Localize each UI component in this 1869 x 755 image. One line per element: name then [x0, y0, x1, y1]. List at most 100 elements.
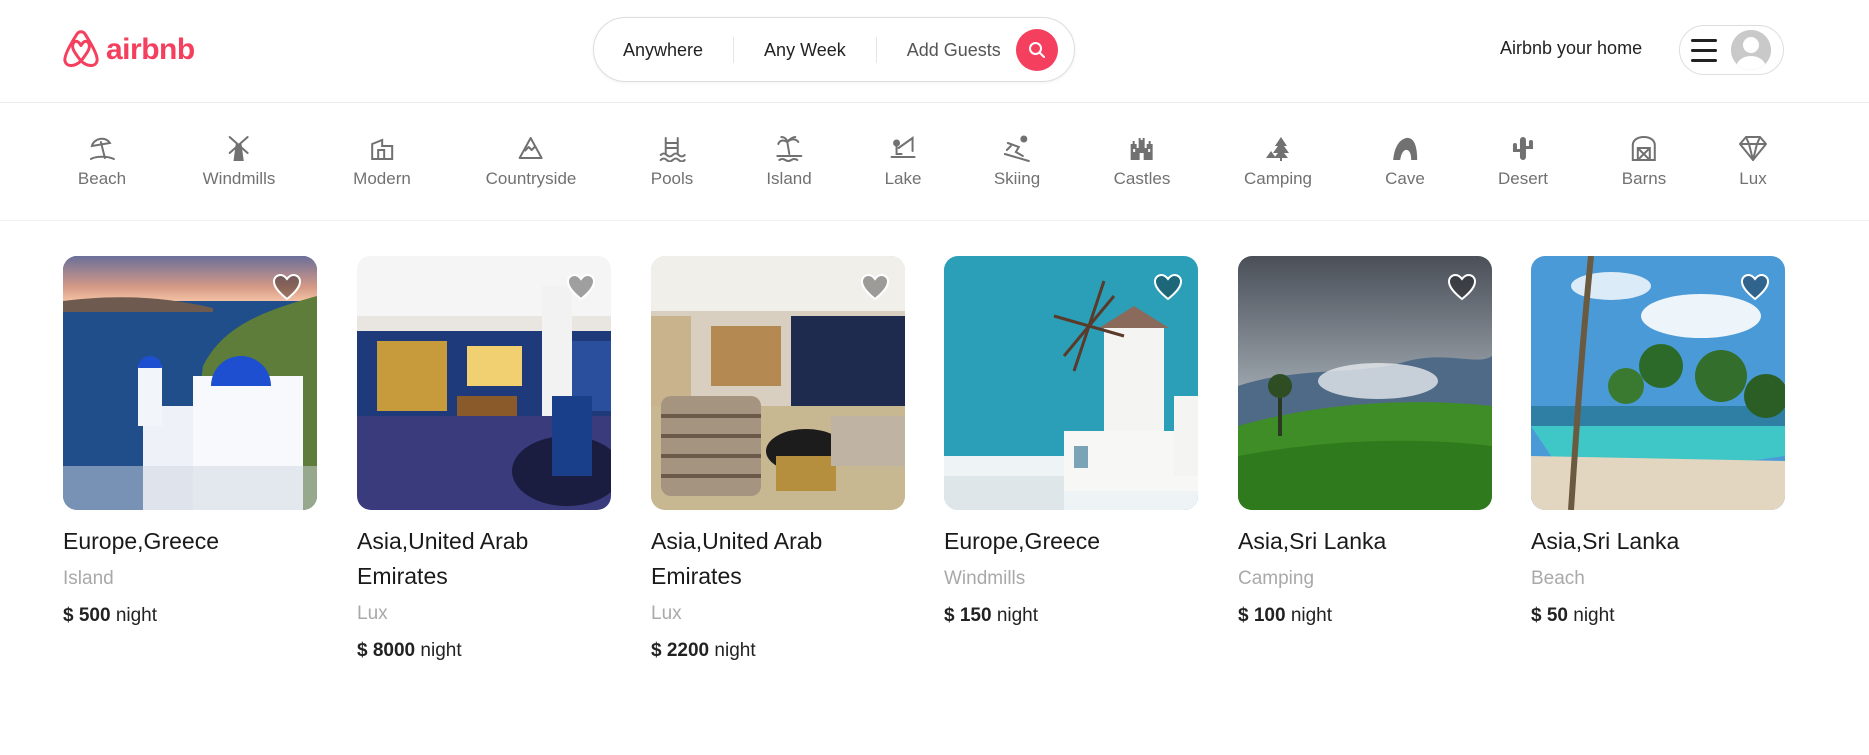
user-avatar-icon	[1731, 30, 1771, 70]
category-label: Lux	[1739, 169, 1767, 188]
diamond-icon	[1738, 133, 1768, 163]
price-amount: $ 500	[63, 605, 111, 626]
price-amount: $ 8000	[357, 640, 416, 661]
price-unit: night	[1290, 605, 1333, 626]
search-submit-button[interactable]	[1015, 28, 1058, 71]
listing-price: $ 8000 night	[357, 638, 611, 664]
category-label: Barns	[1621, 169, 1667, 188]
hamburger-icon	[1691, 38, 1717, 62]
search-where-button[interactable]: Anywhere	[594, 36, 735, 63]
listing-category: Windmills	[944, 568, 1026, 589]
category-desert[interactable]: Desert	[1498, 133, 1548, 189]
category-label: Countryside	[485, 169, 577, 188]
category-modern[interactable]: Modern	[353, 133, 411, 189]
barn-icon	[1629, 133, 1659, 163]
listing-location: Asia,United Arab Emirates	[357, 528, 529, 589]
pool-icon	[657, 133, 687, 163]
airbnb-logo[interactable]: airbnb	[62, 30, 195, 70]
listing-price: $ 100 night	[1238, 603, 1492, 629]
category-label: Lake	[884, 169, 922, 188]
category-bar: Beach Windmills Modern Countryside Pools…	[0, 103, 1869, 221]
category-skiing[interactable]: Skiing	[994, 133, 1040, 189]
favorite-heart-icon[interactable]	[1447, 273, 1477, 301]
listing-price: $ 500 night	[63, 603, 317, 629]
listing-card[interactable]: Asia,United Arab Emirates Lux $ 2200 nig…	[651, 256, 905, 664]
listing-location: Asia,Sri Lanka	[1238, 528, 1387, 554]
category-barns[interactable]: Barns	[1622, 133, 1666, 189]
lake-fishing-icon	[888, 133, 918, 163]
airbnb-your-home-link[interactable]: Airbnb your home	[1500, 38, 1642, 59]
listing-location: Asia,United Arab Emirates	[651, 528, 823, 589]
search-when-button[interactable]: Any Week	[734, 36, 877, 63]
listing-photo[interactable]	[944, 256, 1198, 510]
listing-photo[interactable]	[63, 256, 317, 510]
brand-name: airbnb	[106, 33, 195, 66]
camping-tree-icon	[1263, 133, 1293, 163]
category-beach[interactable]: Beach	[78, 133, 126, 189]
price-amount: $ 150	[944, 605, 992, 626]
category-label: Cave	[1385, 169, 1425, 188]
category-pools[interactable]: Pools	[650, 133, 694, 189]
mountain-icon	[516, 133, 546, 163]
category-label: Pools	[650, 169, 694, 188]
category-label: Camping	[1243, 169, 1313, 188]
price-amount: $ 100	[1238, 605, 1286, 626]
price-unit: night	[420, 640, 462, 661]
listing-card[interactable]: Asia,Sri Lanka Camping $ 100 night	[1238, 256, 1492, 629]
listing-photo[interactable]	[1531, 256, 1785, 510]
price-unit: night	[714, 640, 756, 661]
category-cave[interactable]: Cave	[1385, 133, 1425, 189]
listing-location: Europe,Greece	[944, 528, 1100, 554]
favorite-heart-icon[interactable]	[1153, 273, 1183, 301]
listing-location: Asia,Sri Lanka	[1531, 528, 1680, 554]
modern-house-icon	[367, 133, 397, 163]
listing-price: $ 50 night	[1531, 603, 1785, 629]
listing-card[interactable]: Asia,Sri Lanka Beach $ 50 night	[1531, 256, 1785, 629]
search-bar[interactable]: Anywhere Any Week Add Guests	[593, 17, 1075, 82]
favorite-heart-icon[interactable]	[272, 273, 302, 301]
listing-card[interactable]: Europe,Greece Windmills $ 150 night	[944, 256, 1198, 629]
listing-photo[interactable]	[1238, 256, 1492, 510]
listing-category: Beach	[1531, 568, 1585, 589]
listing-category: Island	[63, 568, 114, 589]
category-lux[interactable]: Lux	[1738, 133, 1768, 189]
favorite-heart-icon[interactable]	[1740, 273, 1770, 301]
user-menu-button[interactable]	[1679, 25, 1784, 75]
price-amount: $ 50	[1531, 605, 1568, 626]
category-windmills[interactable]: Windmills	[202, 133, 276, 189]
listing-price: $ 2200 night	[651, 638, 905, 664]
category-label: Desert	[1497, 169, 1549, 188]
listing-photo[interactable]	[357, 256, 611, 510]
favorite-heart-icon[interactable]	[566, 273, 596, 301]
skiing-icon	[1002, 133, 1032, 163]
category-camping[interactable]: Camping	[1244, 133, 1312, 189]
category-countryside[interactable]: Countryside	[485, 133, 577, 189]
castle-icon	[1127, 133, 1157, 163]
category-label: Beach	[77, 169, 127, 188]
cave-icon	[1390, 133, 1420, 163]
cactus-icon	[1508, 133, 1538, 163]
listing-category: Lux	[651, 603, 682, 624]
windmill-icon	[224, 133, 254, 163]
category-island[interactable]: Island	[766, 133, 812, 189]
search-icon	[1028, 41, 1045, 58]
price-amount: $ 2200	[651, 640, 710, 661]
category-label: Skiing	[993, 169, 1041, 188]
search-guests-button[interactable]: Add Guests	[877, 37, 1016, 63]
price-unit: night	[996, 605, 1039, 626]
airbnb-logo-icon	[63, 30, 99, 67]
listing-card[interactable]: Europe,Greece Island $ 500 night	[63, 256, 317, 629]
category-label: Island	[766, 169, 812, 188]
favorite-heart-icon[interactable]	[860, 273, 890, 301]
island-palm-icon	[774, 133, 804, 163]
category-label: Castles	[1113, 169, 1171, 188]
listing-photo[interactable]	[651, 256, 905, 510]
listing-price: $ 150 night	[944, 603, 1198, 629]
category-label: Windmills	[202, 169, 276, 188]
listing-card[interactable]: Asia,United Arab Emirates Lux $ 8000 nig…	[357, 256, 611, 664]
listing-location: Europe,Greece	[63, 528, 219, 554]
category-castles[interactable]: Castles	[1113, 133, 1171, 189]
category-label: Modern	[353, 169, 411, 188]
category-lake[interactable]: Lake	[884, 133, 922, 189]
price-unit: night	[1573, 605, 1615, 626]
